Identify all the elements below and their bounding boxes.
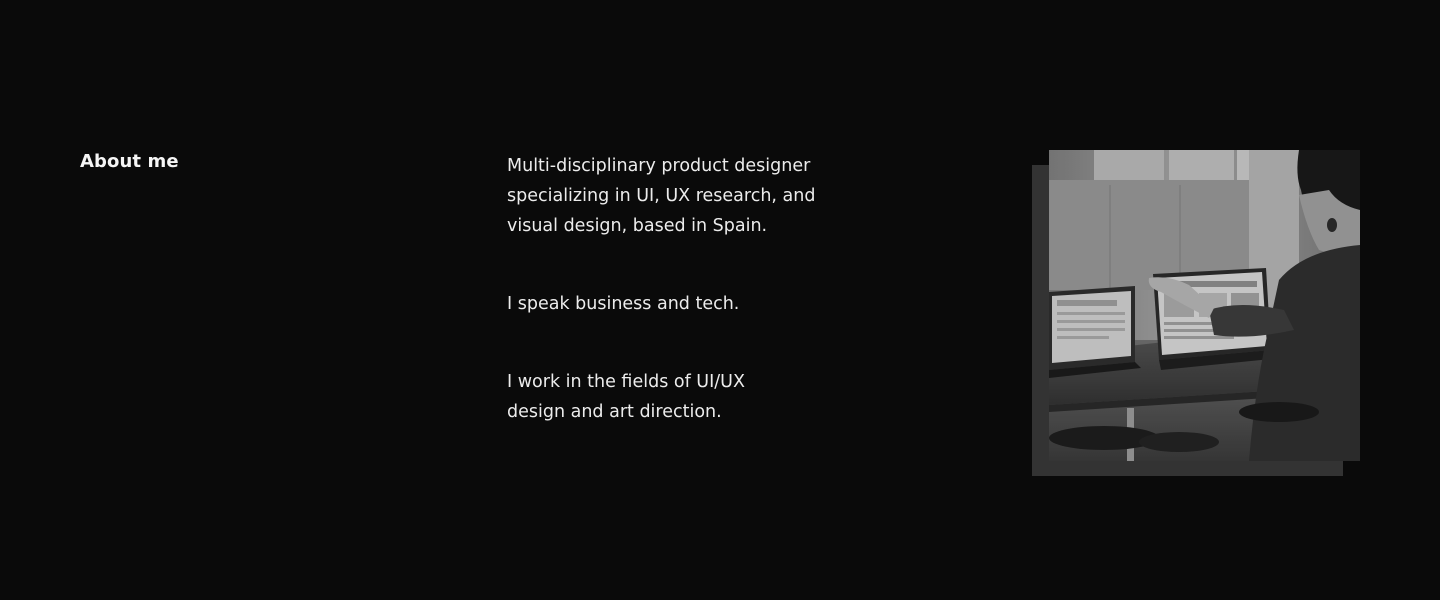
office-meeting-illustration: [1049, 150, 1360, 461]
bio-paragraph-3: I work in the fields of UI/UX design and…: [507, 372, 745, 422]
about-section: About me Multi-disciplinary product desi…: [0, 0, 1440, 600]
bio-paragraph-2: I speak business and tech.: [507, 294, 740, 314]
about-photo: [1049, 150, 1360, 461]
about-photo-frame: [1032, 150, 1360, 476]
about-bio: Multi-disciplinary product designer spec…: [507, 151, 857, 475]
about-heading: About me: [80, 151, 179, 172]
bio-paragraph-1: Multi-disciplinary product designer spec…: [507, 156, 816, 236]
